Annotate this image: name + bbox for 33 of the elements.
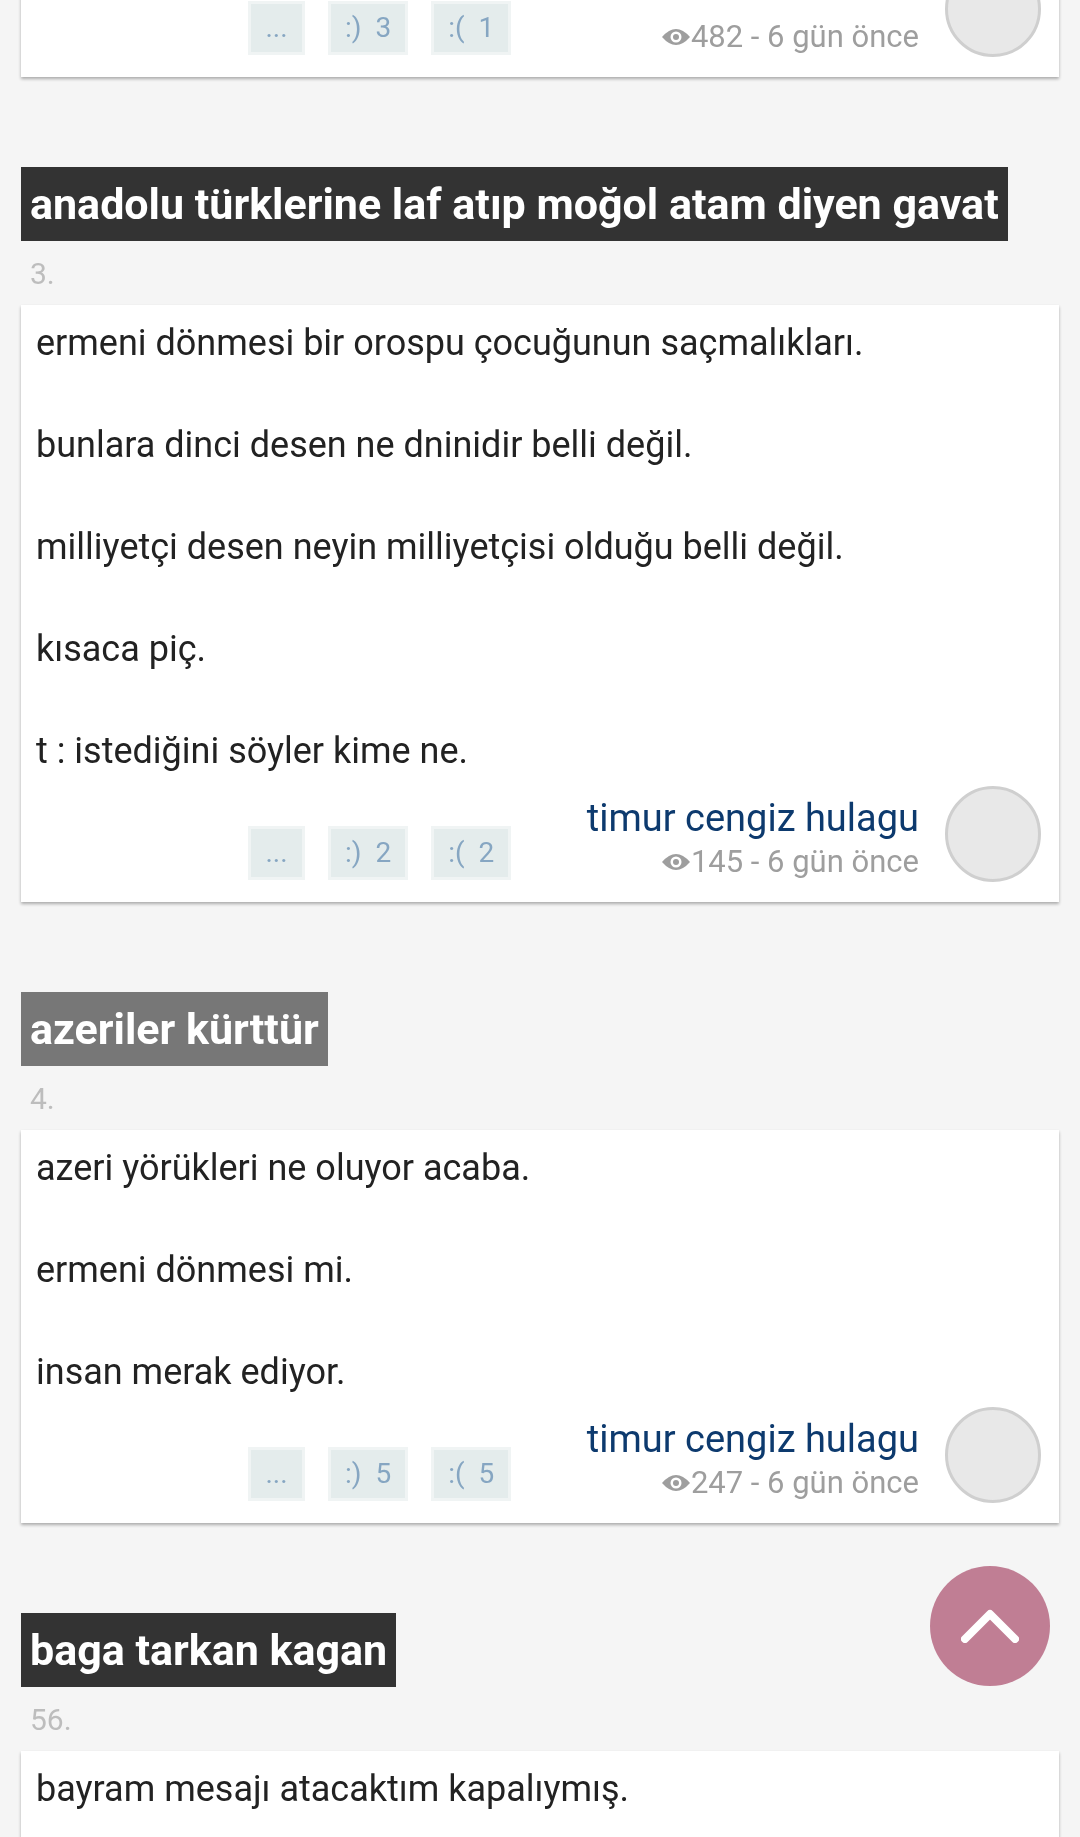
entry-text: milliyetçi desen neyin milliyetçisi olduğu belli değil. xyxy=(36,525,845,570)
author-link[interactable]: timur cengiz hulagu xyxy=(586,1415,919,1463)
reaction-button[interactable]: ... xyxy=(248,1447,305,1501)
reaction-button[interactable]: :( 2 xyxy=(431,826,512,880)
entry-meta: 145 - 6 gün önce xyxy=(690,842,919,882)
eye-icon xyxy=(660,852,691,872)
reaction-button[interactable]: ... xyxy=(248,1,305,55)
reaction-button[interactable]: :( 1 xyxy=(431,1,512,55)
entry-title[interactable]: azeriler kürttür xyxy=(21,992,328,1066)
eye-icon xyxy=(660,27,691,47)
eye-icon xyxy=(660,1473,691,1493)
entry-text: kısaca piç. xyxy=(36,627,207,672)
entry-text: t : istediğini söyler kime ne. xyxy=(36,729,470,774)
entry-text: bunlara dinci desen ne dninidir belli değil. xyxy=(36,423,694,468)
entry-title[interactable]: anadolu türklerine laf atıp moğol atam diyen gavat xyxy=(21,167,1008,241)
entry-title[interactable]: baga tarkan kagan xyxy=(21,1613,397,1687)
entry-meta: 482 - 6 gün önce xyxy=(690,17,919,57)
chevron-up-icon xyxy=(961,1609,1019,1643)
entry-text: bayram mesajı atacaktım kapalıymış. xyxy=(36,1767,631,1812)
author-link[interactable]: timur cengiz hulagu xyxy=(586,794,919,842)
reaction-button[interactable]: :) 2 xyxy=(328,826,409,880)
entry-number: 56. xyxy=(30,1700,73,1739)
entry-text: azeri yörükleri ne oluyor acaba. xyxy=(36,1146,532,1191)
entry-number: 4. xyxy=(30,1079,56,1118)
reaction-button[interactable]: :) 5 xyxy=(328,1447,409,1501)
reaction-button[interactable]: :( 5 xyxy=(431,1447,512,1501)
entry-text: ermeni dönmesi mi. xyxy=(36,1248,354,1293)
entry-meta: 247 - 6 gün önce xyxy=(690,1463,919,1503)
entry-text: ermeni dönmesi bir orospu çocuğunun saçmalıkları. xyxy=(36,321,865,366)
reaction-button[interactable]: :) 3 xyxy=(328,1,409,55)
entry-number: 3. xyxy=(30,254,56,293)
entry-text: insan merak ediyor. xyxy=(36,1350,347,1395)
reaction-button[interactable]: ... xyxy=(248,826,305,880)
